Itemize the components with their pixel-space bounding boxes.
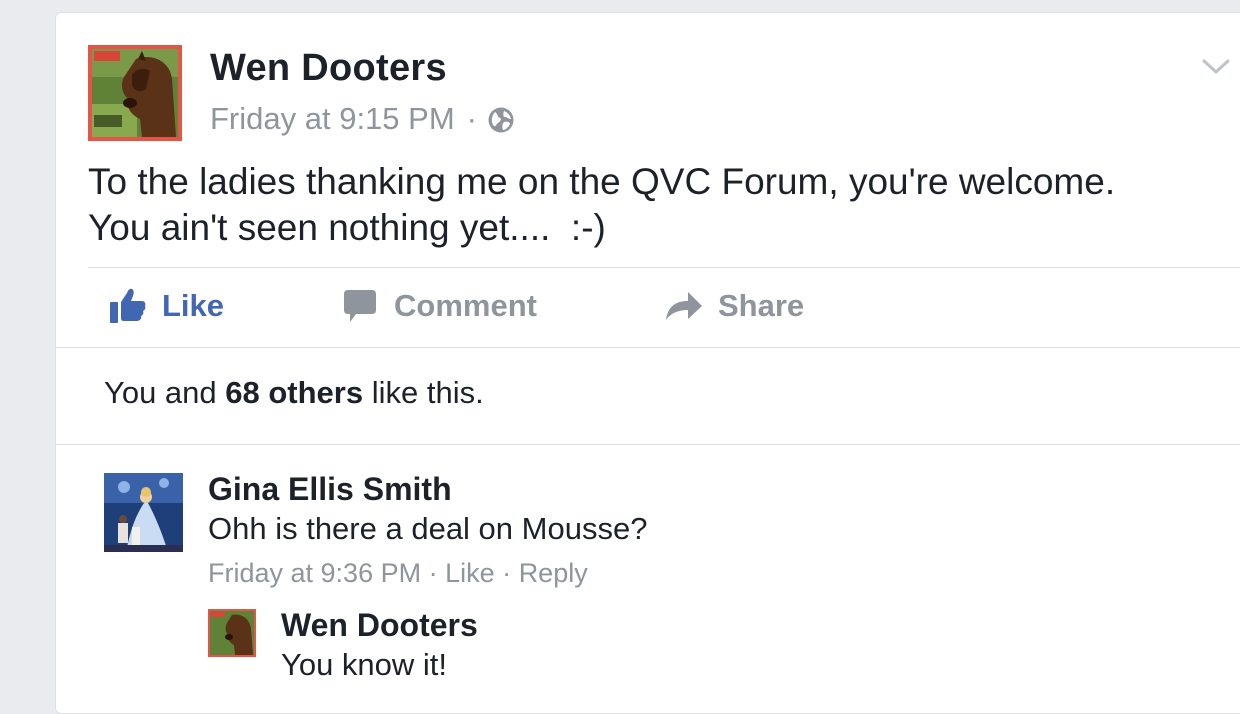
meta-separator: ·	[466, 101, 477, 136]
comment-meta: Friday at 9:36 PM · Like · Reply	[208, 558, 588, 589]
share-button[interactable]: Share	[662, 281, 804, 331]
post-author[interactable]: Wen Dooters	[210, 47, 447, 90]
horse-photo	[210, 611, 254, 655]
meta-separator: ·	[502, 558, 512, 588]
post-time[interactable]: Friday at 9:15 PM	[210, 101, 455, 137]
reply-text: You know it!	[281, 647, 448, 682]
globe-icon[interactable]	[487, 106, 515, 134]
post-meta: Friday at 9:15 PM ·	[210, 101, 515, 137]
like-button[interactable]: Like	[108, 281, 224, 331]
likes-prefix: You and	[104, 375, 226, 410]
divider	[56, 347, 1240, 348]
likes-suffix: like this.	[363, 375, 484, 410]
cinderella-photo	[104, 473, 183, 552]
horse-photo	[92, 49, 178, 137]
commenter-avatar[interactable]	[104, 473, 183, 552]
post-text-line-2: You ain't seen nothing yet.... :-)	[88, 207, 606, 248]
comment-bubble-icon	[344, 290, 376, 322]
post-card: Wen Dooters Friday at 9:15 PM · To the l…	[55, 12, 1240, 714]
share-arrow-icon	[666, 292, 702, 320]
post-text: To the ladies thanking me on the QVC For…	[88, 159, 1238, 251]
divider	[56, 444, 1240, 445]
divider	[88, 267, 1240, 268]
share-label: Share	[718, 288, 805, 323]
post-text-line-1: To the ladies thanking me on the QVC For…	[88, 161, 1116, 202]
like-label: Like	[162, 288, 225, 323]
likes-summary[interactable]: You and 68 others like this.	[104, 375, 484, 411]
comment-label: Comment	[394, 288, 537, 323]
comment-text: Ohh is there a deal on Mousse?	[208, 511, 648, 546]
comment-author[interactable]: Gina Ellis Smith	[208, 471, 452, 508]
comment-reply-link[interactable]: Reply	[519, 558, 588, 588]
comment-button[interactable]: Comment	[340, 281, 537, 331]
comment-time[interactable]: Friday at 9:36 PM	[208, 558, 421, 588]
comment-like-link[interactable]: Like	[445, 558, 495, 588]
likes-count[interactable]: 68 others	[225, 375, 363, 410]
reply-author[interactable]: Wen Dooters	[281, 607, 478, 644]
meta-separator: ·	[428, 558, 438, 588]
author-avatar[interactable]	[88, 45, 182, 141]
chevron-down-icon[interactable]	[1201, 57, 1231, 77]
thumbs-up-icon	[110, 288, 146, 323]
reply-author-avatar[interactable]	[208, 609, 256, 657]
